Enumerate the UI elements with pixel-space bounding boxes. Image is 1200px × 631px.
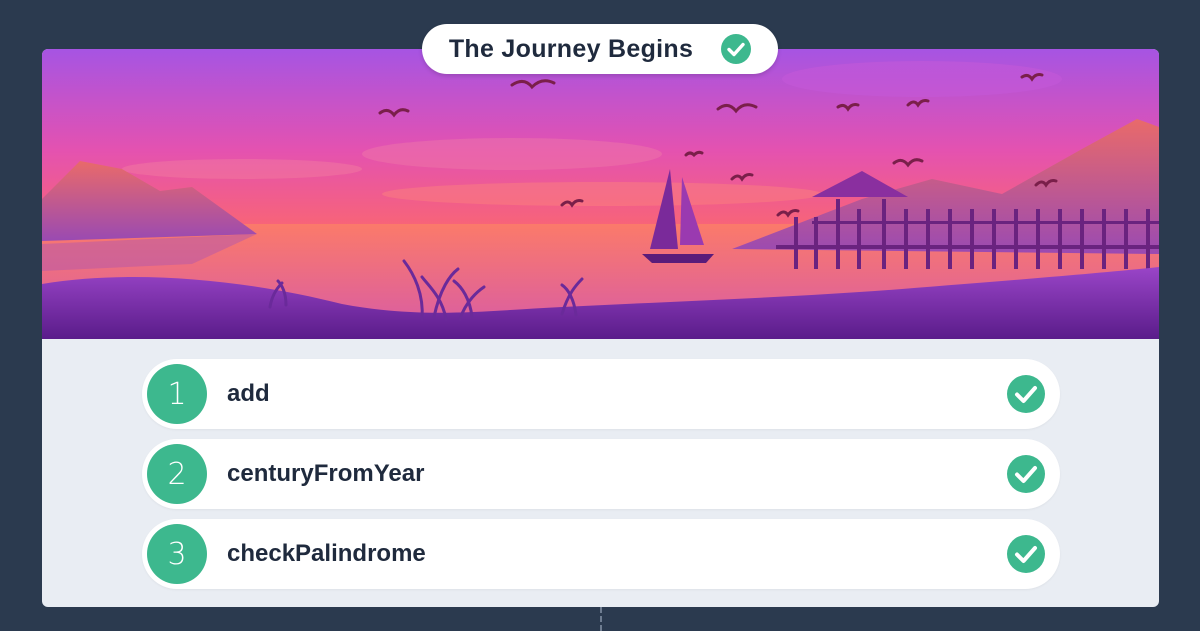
- list-item[interactable]: 3 checkPalindrome: [142, 519, 1060, 589]
- level-list: 1 add 2 centuryFromYear 3 checkPalindrom…: [142, 359, 1060, 589]
- list-item[interactable]: 1 add: [142, 359, 1060, 429]
- list-item[interactable]: 2 centuryFromYear: [142, 439, 1060, 509]
- journey-card: 1 add 2 centuryFromYear 3 checkPalindrom…: [42, 49, 1159, 607]
- level-number-badge: 1: [147, 364, 207, 424]
- sunset-lake-illustration: [42, 49, 1159, 339]
- level-name: centuryFromYear: [227, 460, 425, 487]
- level-number-badge: 3: [147, 524, 207, 584]
- level-name: checkPalindrome: [227, 540, 426, 567]
- check-circle-icon: [1007, 455, 1045, 493]
- path-connector: [600, 607, 602, 631]
- check-circle-icon: [721, 34, 752, 64]
- journey-title-pill: The Journey Begins: [422, 24, 778, 74]
- check-circle-icon: [1007, 535, 1045, 573]
- level-number-badge: 2: [147, 444, 207, 504]
- check-circle-icon: [1007, 375, 1045, 413]
- level-name: add: [227, 380, 270, 407]
- journey-title: The Journey Begins: [448, 34, 694, 63]
